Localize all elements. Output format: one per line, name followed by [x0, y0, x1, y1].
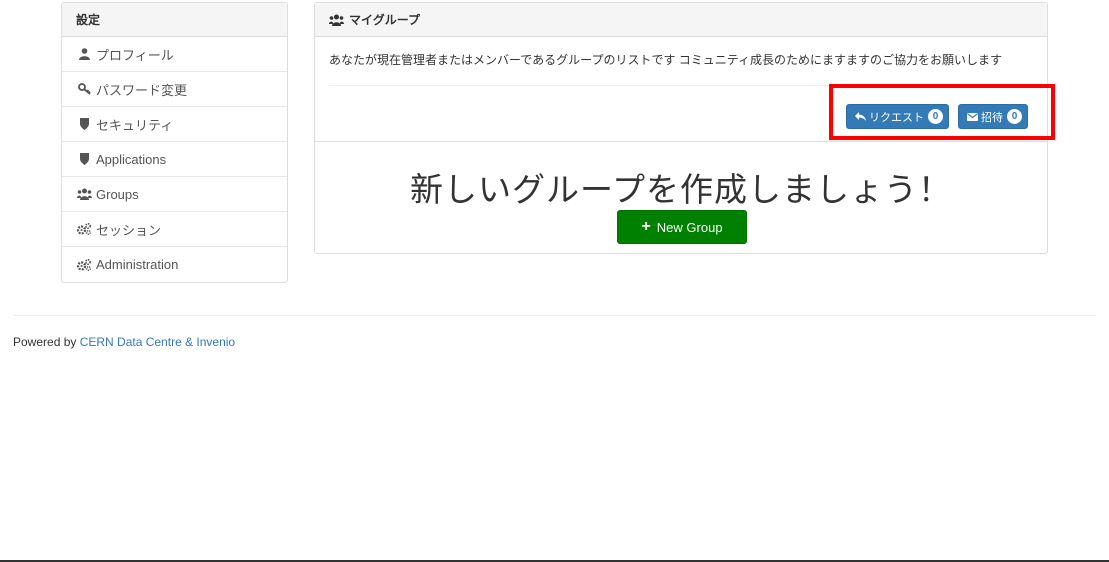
reply-icon [855, 112, 866, 121]
invitations-count-badge: 0 [1007, 109, 1022, 124]
new-group-label: New Group [656, 219, 723, 235]
settings-sidebar: 設定 プロフィール パスワード変更 セキュリティ Applications Gr… [61, 2, 288, 283]
create-group-heading: 新しいグループを作成しましょう！ [409, 171, 953, 208]
sidebar-item-label: セッション [96, 222, 162, 238]
sidebar-heading: 設定 [62, 3, 287, 37]
key-icon [76, 82, 92, 96]
footer-divider [13, 315, 1096, 316]
sidebar-item-label: プロフィール [96, 47, 174, 63]
sidebar-item-administration[interactable]: Administration [62, 247, 287, 282]
envelope-icon [967, 112, 978, 121]
footer-link[interactable]: CERN Data Centre & Invenio [80, 335, 235, 349]
my-groups-panel: マイグループ あなたが現在管理者またはメンバーであるグループのリストです コミュ… [314, 2, 1048, 254]
panel-heading: マイグループ [315, 3, 1047, 37]
sidebar-item-label: セキュリティ [96, 117, 174, 133]
sidebar-item-label: Groups [96, 186, 139, 202]
requests-count-badge: 0 [928, 109, 943, 124]
invitations-button[interactable]: 招待 0 [958, 104, 1028, 129]
panel-title: マイグループ [349, 13, 421, 27]
users-icon [329, 14, 344, 26]
divider [329, 85, 1033, 86]
requests-label: リクエスト [869, 111, 924, 124]
sidebar-item-security[interactable]: セキュリティ [62, 107, 287, 142]
footer-prefix: Powered by [13, 335, 80, 349]
shield-icon [76, 117, 92, 131]
sidebar-item-label: Administration [96, 257, 179, 272]
divider [315, 141, 1047, 142]
sidebar-item-profile[interactable]: プロフィール [62, 37, 287, 72]
footer: Powered by CERN Data Centre & Invenio [13, 335, 235, 349]
new-group-button[interactable]: + New Group [617, 210, 747, 244]
invitations-label: 招待 [981, 111, 1003, 124]
plus-icon: + [641, 218, 651, 235]
sidebar-item-sessions[interactable]: セッション [62, 212, 287, 247]
sidebar-item-groups[interactable]: Groups [62, 177, 287, 212]
shield-icon [76, 152, 92, 166]
user-icon [76, 47, 92, 61]
sidebar-item-label: Applications [96, 151, 167, 167]
users-icon [76, 187, 92, 201]
requests-button[interactable]: リクエスト 0 [846, 104, 949, 129]
sidebar-item-password[interactable]: パスワード変更 [62, 72, 287, 107]
cogs-icon [76, 222, 92, 236]
panel-description: あなたが現在管理者またはメンバーであるグループのリストです コミュニティ成長のた… [329, 53, 1003, 67]
sidebar-item-applications[interactable]: Applications [62, 142, 287, 177]
sidebar-item-label: パスワード変更 [96, 82, 188, 98]
cogs-icon [76, 258, 92, 272]
